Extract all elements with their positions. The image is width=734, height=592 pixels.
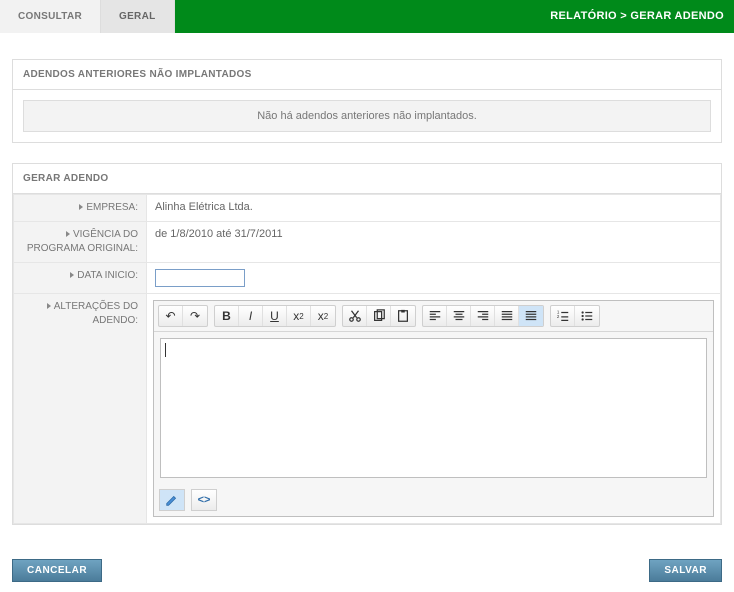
label-alteracoes: ALTERAÇÕES DO ADENDO: bbox=[14, 294, 147, 524]
svg-text:2: 2 bbox=[556, 314, 559, 319]
data-inicio-input[interactable] bbox=[155, 269, 245, 287]
paste-icon[interactable] bbox=[391, 306, 415, 326]
align-center-icon[interactable] bbox=[447, 306, 471, 326]
tab-consultar[interactable]: CONSULTAR bbox=[0, 0, 101, 33]
tab-geral[interactable]: GERAL bbox=[101, 0, 175, 33]
breadcrumb: RELATÓRIO > GERAR ADENDO bbox=[550, 0, 724, 33]
design-mode-icon[interactable] bbox=[159, 489, 185, 511]
subscript-icon[interactable]: x2 bbox=[287, 306, 311, 326]
app-root: CONSULTAR GERAL RELATÓRIO > GERAR ADENDO… bbox=[0, 0, 734, 592]
ordered-list-icon[interactable]: 12 bbox=[551, 306, 575, 326]
label-empresa: EMPRESA: bbox=[14, 195, 147, 222]
justify-icon[interactable] bbox=[495, 306, 519, 326]
cut-icon[interactable] bbox=[343, 306, 367, 326]
align-right-icon[interactable] bbox=[471, 306, 495, 326]
italic-icon[interactable]: I bbox=[239, 306, 263, 326]
panel-previous-addenda: ADENDOS ANTERIORES NÃO IMPLANTADOS Não h… bbox=[12, 59, 722, 143]
redo-icon[interactable]: ↷ bbox=[183, 306, 207, 326]
rich-text-editor: ↶ ↷ B I U x2 x2 bbox=[153, 300, 714, 517]
panel-previous-title: ADENDOS ANTERIORES NÃO IMPLANTADOS bbox=[13, 60, 721, 90]
empty-message: Não há adendos anteriores não implantado… bbox=[23, 100, 711, 132]
panel-generate-addendum: GERAR ADENDO EMPRESA: Alinha Elétrica Lt… bbox=[12, 163, 722, 525]
action-bar: CANCELAR SALVAR bbox=[0, 555, 734, 582]
undo-icon[interactable]: ↶ bbox=[159, 306, 183, 326]
label-vigencia: VIGÊNCIA DO PROGRAMA ORIGINAL: bbox=[14, 222, 147, 263]
justify-highlighted-icon[interactable] bbox=[519, 306, 543, 326]
bold-icon[interactable]: B bbox=[215, 306, 239, 326]
unordered-list-icon[interactable] bbox=[575, 306, 599, 326]
editor-toolbar: ↶ ↷ B I U x2 x2 bbox=[154, 301, 713, 332]
value-vigencia: de 1/8/2010 até 31/7/2011 bbox=[147, 222, 721, 263]
top-bar: CONSULTAR GERAL RELATÓRIO > GERAR ADENDO bbox=[0, 0, 734, 33]
panel-generate-title: GERAR ADENDO bbox=[13, 164, 721, 194]
source-mode-icon[interactable]: <> bbox=[191, 489, 217, 511]
superscript-icon[interactable]: x2 bbox=[311, 306, 335, 326]
label-data-inicio: DATA INICIO: bbox=[14, 263, 147, 294]
cancel-button[interactable]: CANCELAR bbox=[12, 559, 102, 582]
value-empresa: Alinha Elétrica Ltda. bbox=[147, 195, 721, 222]
main-content: ADENDOS ANTERIORES NÃO IMPLANTADOS Não h… bbox=[0, 33, 734, 592]
copy-icon[interactable] bbox=[367, 306, 391, 326]
underline-icon[interactable]: U bbox=[263, 306, 287, 326]
editor-content[interactable] bbox=[160, 338, 707, 478]
align-left-icon[interactable] bbox=[423, 306, 447, 326]
save-button[interactable]: SALVAR bbox=[649, 559, 722, 582]
